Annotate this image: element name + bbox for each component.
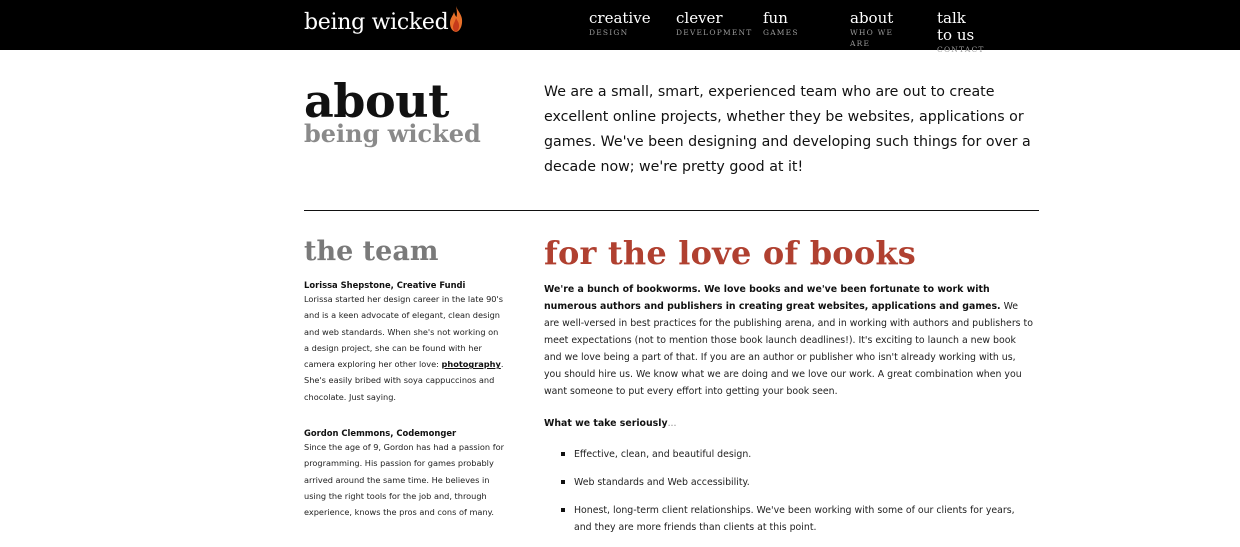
member-name: Lorissa Shepstone, Creative Fundi xyxy=(304,280,466,290)
member-bio: Lorissa started her design career in the… xyxy=(304,291,504,405)
list-item: Web standards and Web accessibility. xyxy=(561,474,1031,491)
nav-clever[interactable]: clever DEVELOPMENT xyxy=(676,10,752,38)
page-subtitle: being wicked xyxy=(304,119,481,148)
team-heading: the team xyxy=(304,236,439,267)
nav-clever-title: clever xyxy=(676,9,723,27)
photography-link[interactable]: photography xyxy=(442,359,501,369)
serious-label-text: What we take seriously xyxy=(544,418,668,429)
nav-talk-to-us-sub: CONTACT xyxy=(937,45,985,54)
top-header: being wicked creative DESIGN clever DEVE… xyxy=(0,0,1240,54)
books-heading: for the love of books xyxy=(544,234,916,272)
logo-text: being wicked xyxy=(304,9,449,35)
nav-creative[interactable]: creative DESIGN xyxy=(589,10,651,38)
list-item: Honest, long-term client relationships. … xyxy=(561,502,1031,536)
serious-ellipsis: ... xyxy=(667,418,677,429)
serious-list: Effective, clean, and beautiful design. … xyxy=(561,446,1031,547)
books-lead-bold: We're a bunch of bookworms. We love book… xyxy=(544,284,1001,312)
books-lead-rest: We are well-versed in best practices for… xyxy=(544,301,1033,397)
nav-about[interactable]: about WHO WE ARE xyxy=(850,10,893,49)
books-paragraph: We're a bunch of bookworms. We love book… xyxy=(544,281,1034,400)
site-logo[interactable]: being wicked xyxy=(304,5,463,39)
nav-fun-sub: GAMES xyxy=(763,28,799,37)
nav-creative-title: creative xyxy=(589,9,651,27)
nav-clever-sub: DEVELOPMENT xyxy=(676,28,753,37)
nav-talk-to-us[interactable]: talk to us CONTACT xyxy=(937,10,985,55)
intro-paragraph: We are a small, smart, experienced team … xyxy=(544,84,1031,175)
team-member: Lorissa Shepstone, Creative Fundi Loriss… xyxy=(304,279,504,405)
nav-creative-sub: DESIGN xyxy=(589,28,629,37)
nav-talk-to-us-title: talk to us xyxy=(937,9,975,44)
section-divider xyxy=(304,210,1039,211)
team-member: Gordon Clemmons, Codemonger Since the ag… xyxy=(304,427,504,520)
list-item: Effective, clean, and beautiful design. xyxy=(561,446,1031,463)
nav-fun-title: fun xyxy=(763,9,788,27)
member-bio: Since the age of 9, Gordon has had a pas… xyxy=(304,442,504,518)
member-name: Gordon Clemmons, Codemonger xyxy=(304,428,457,438)
flame-icon xyxy=(450,6,463,32)
nav-about-title: about xyxy=(850,9,894,27)
member-bio-text: Lorissa started her design career in the… xyxy=(304,294,504,370)
nav-about-sub: WHO WE ARE xyxy=(850,28,894,48)
nav-fun[interactable]: fun GAMES xyxy=(763,10,799,38)
serious-label: What we take seriously... xyxy=(544,415,677,432)
